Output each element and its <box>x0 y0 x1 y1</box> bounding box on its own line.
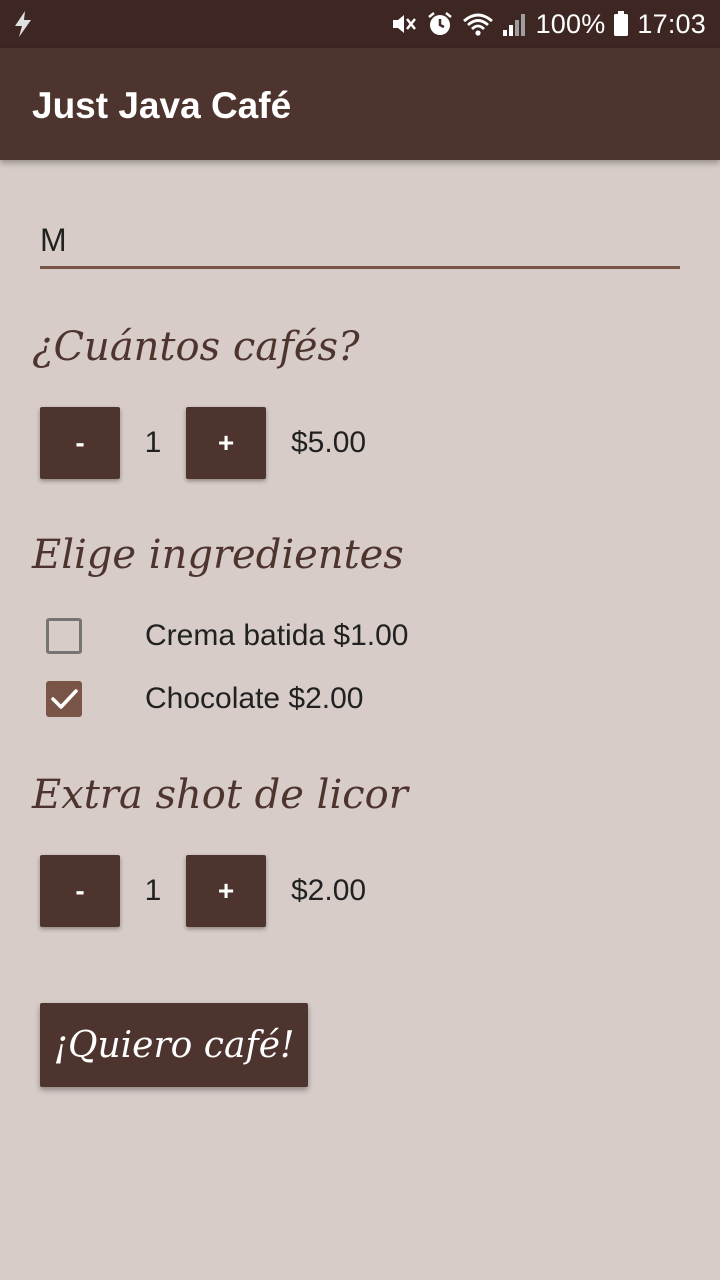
battery-percent: 100% <box>535 8 606 39</box>
wifi-icon <box>462 10 494 38</box>
coffee-decrement-button[interactable]: - <box>40 407 120 479</box>
liquor-heading: Extra shot de licor <box>32 772 408 818</box>
ingredients-heading: Elige ingredientes <box>32 532 404 578</box>
clock: 17:03 <box>637 8 706 39</box>
coffee-price: $5.00 <box>291 426 367 459</box>
status-icons: 100% 17:03 <box>390 0 706 48</box>
chocolate-label[interactable]: Chocolate $2.00 <box>145 679 364 719</box>
app-title: Just Java Café <box>32 85 292 126</box>
liquor-increment-button[interactable]: + <box>186 855 266 927</box>
whipped-cream-label[interactable]: Crema batida $1.00 <box>145 616 409 656</box>
coffee-quantity-value: 1 <box>144 426 162 459</box>
battery-icon <box>613 10 629 38</box>
flash-icon <box>12 10 36 38</box>
mute-icon <box>390 10 418 38</box>
app-bar: Just Java Café <box>0 48 720 160</box>
name-input[interactable] <box>40 214 680 269</box>
status-bar: 100% 17:03 <box>0 0 720 48</box>
coffee-increment-button[interactable]: + <box>186 407 266 479</box>
check-icon <box>51 689 78 709</box>
whipped-cream-checkbox[interactable] <box>46 618 82 654</box>
signal-icon <box>502 10 528 38</box>
chocolate-checkbox[interactable] <box>46 681 82 717</box>
liquor-decrement-button[interactable]: - <box>40 855 120 927</box>
coffee-quantity-heading: ¿Cuántos cafés? <box>32 324 360 370</box>
order-button[interactable]: ¡Quiero café! <box>40 1003 308 1087</box>
liquor-price: $2.00 <box>291 874 367 907</box>
alarm-icon <box>426 10 454 38</box>
liquor-quantity-value: 1 <box>144 874 162 907</box>
